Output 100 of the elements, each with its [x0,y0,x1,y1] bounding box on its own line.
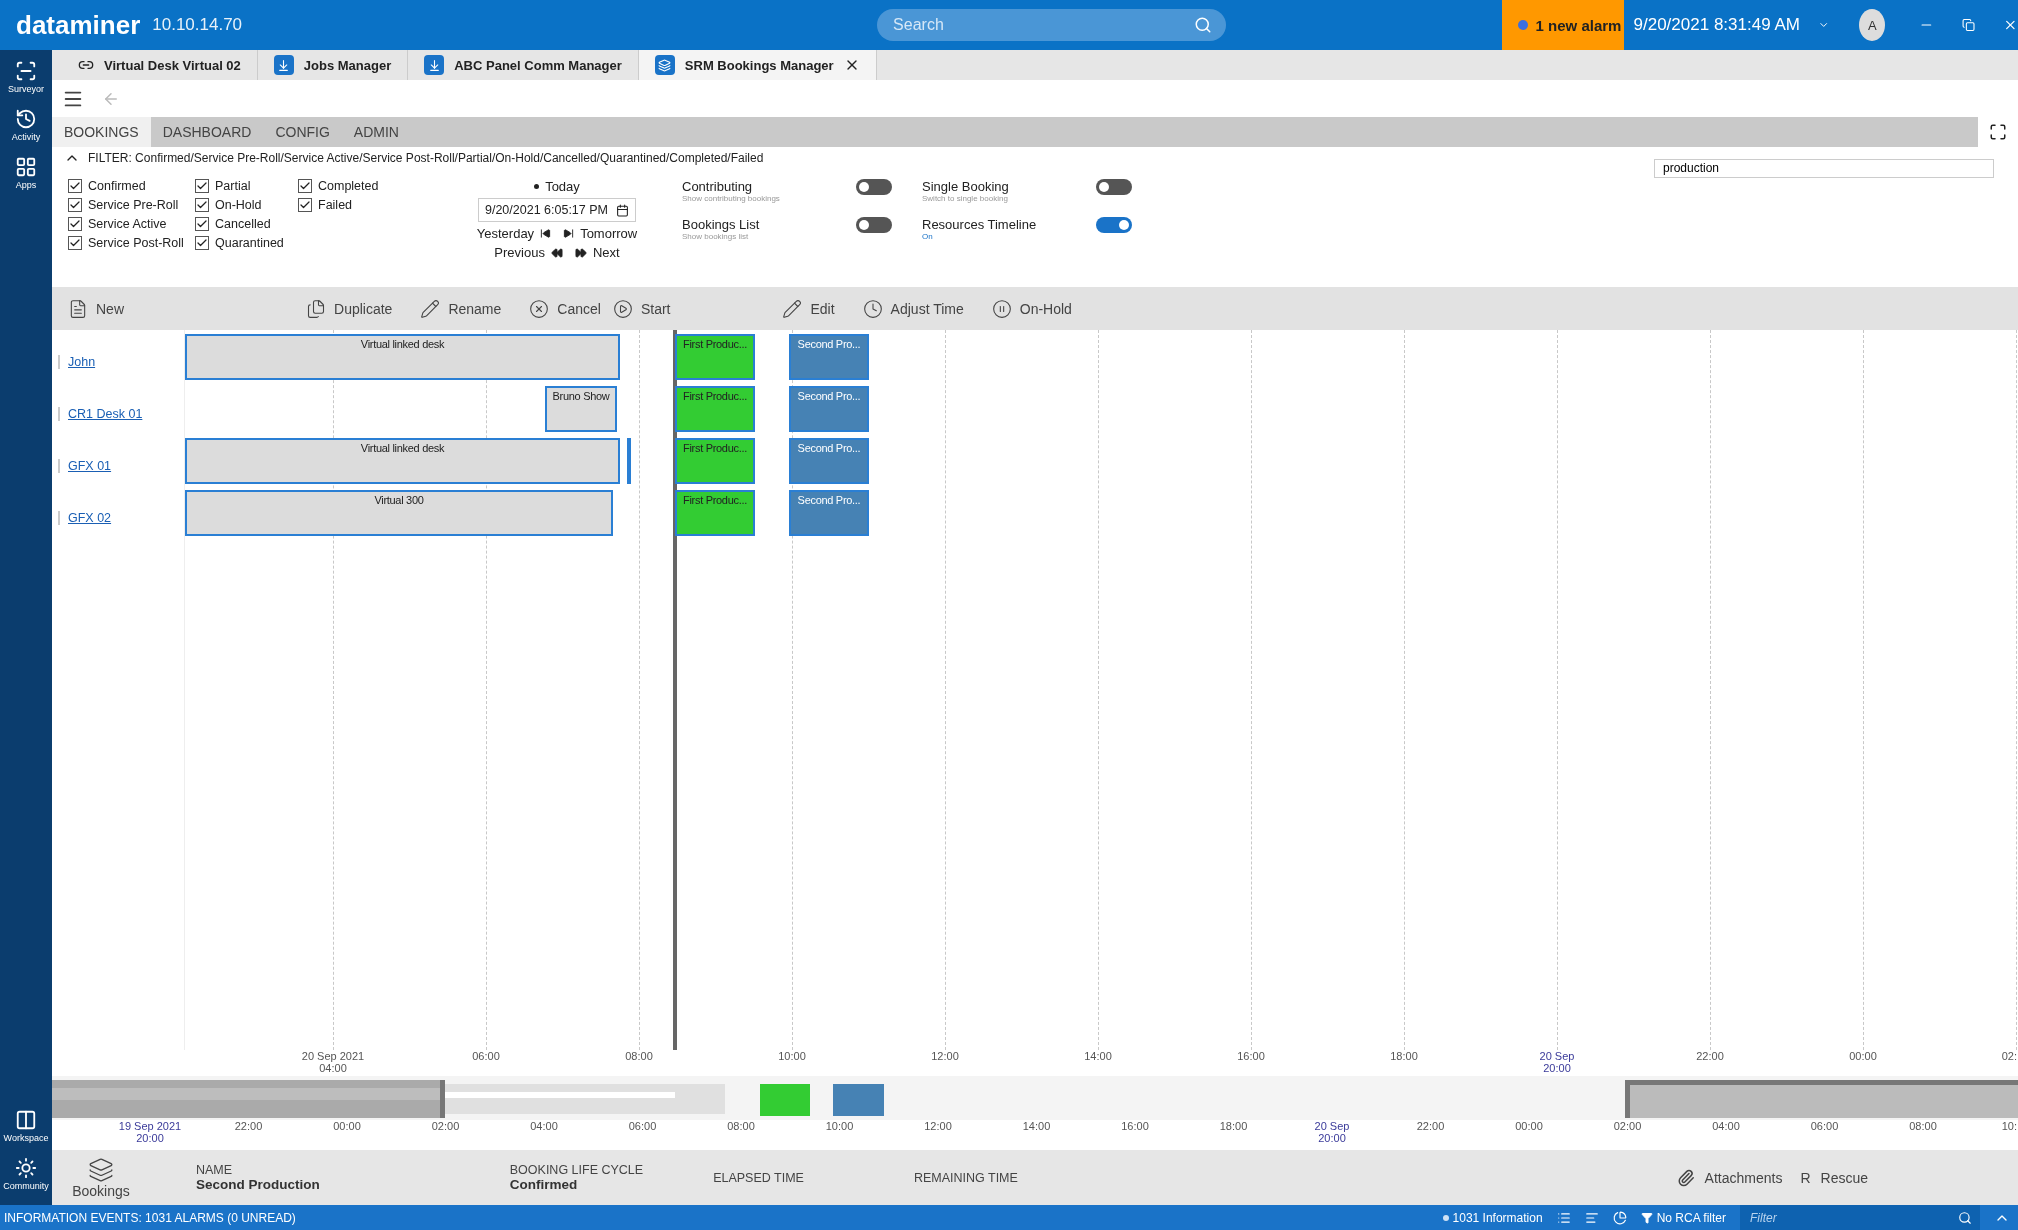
toolbar-button[interactable]: Cancel [523,298,607,319]
previous-button[interactable]: Previous [494,245,563,260]
booking-bar[interactable]: First Produc... [675,490,755,536]
checkbox-box[interactable] [68,236,82,250]
checkbox[interactable]: Service Active [68,217,195,231]
sidebar-item[interactable]: Activity [11,108,41,142]
checkbox-box[interactable] [195,179,209,193]
fullscreen-icon[interactable] [1989,123,2007,141]
checkbox-box[interactable] [298,198,312,212]
document-tab[interactable]: ABC Panel Comm Manager [408,50,639,80]
booking-bar[interactable]: Second Pro... [789,334,869,380]
time-label: 20:00 [1543,1062,1571,1074]
checkbox[interactable]: Partial [195,179,298,193]
checkbox-box[interactable] [68,198,82,212]
time-label: 02:00 [1613,1120,1642,1132]
resource-link[interactable]: GFX 01 [58,459,112,473]
rca-filter[interactable]: No RCA filter [1640,1210,1726,1225]
toggle-label: Resources Timeline [922,217,1037,232]
tomorrow-button[interactable]: Tomorrow [563,226,638,241]
toolbar-button[interactable]: On-Hold [985,298,1078,319]
resource-link[interactable]: GFX 02 [58,511,112,525]
toggle-switch[interactable] [856,217,892,233]
filter-field[interactable]: Filter [1748,1209,1958,1226]
booking-bar[interactable]: First Produc... [675,334,755,380]
checkbox-box[interactable] [195,236,209,250]
checkbox[interactable]: Confirmed [68,179,195,193]
sidebar-item[interactable]: Surveyor [8,60,44,94]
pencil-icon [782,298,803,319]
checkbox-box[interactable] [298,179,312,193]
resource-link[interactable]: John [58,355,96,369]
document-tab[interactable]: Virtual Desk Virtual 02 [62,50,258,80]
app-icon [424,55,445,75]
app-tab[interactable]: CONFIG [263,117,342,147]
toolbar-button[interactable]: Duplicate [300,298,399,319]
toggle-switch[interactable] [856,179,892,195]
checkbox[interactable]: Completed [298,179,438,193]
booking-bar[interactable]: First Produc... [675,438,755,484]
checkbox-box[interactable] [68,179,82,193]
sidebar-item[interactable]: Apps [15,156,37,190]
document-tab[interactable]: SRM Bookings Manager [638,50,877,80]
alarm-button[interactable]: 1 new alarm [1501,0,1624,50]
checkbox[interactable]: Service Pre-Roll [68,198,195,212]
rescue-button[interactable]: Rescue [1820,1169,1868,1186]
booking-bar[interactable]: Second Pro... [789,386,869,432]
time-label: 10: [2001,1120,2017,1132]
toggle-switch[interactable] [1096,179,1132,195]
checkbox[interactable]: On-Hold [195,198,298,212]
restore-icon[interactable] [1962,17,1976,33]
sidebar-item[interactable]: Workspace [3,1109,49,1143]
toolbar-button[interactable]: New [62,298,130,319]
resource-link[interactable]: CR1 Desk 01 [58,407,143,421]
toolbar-button[interactable]: Start [606,298,677,319]
time-label: 02:00 [431,1120,460,1132]
checkbox-box[interactable] [195,217,209,231]
checkbox[interactable]: Failed [298,198,438,212]
attachments-button[interactable]: Attachments [1704,1169,1783,1186]
checkbox[interactable]: Quarantined [195,236,298,250]
pie-chart-icon[interactable] [1612,1210,1627,1225]
date-field[interactable]: 9/20/2021 6:05:17 PM [478,198,636,222]
toolbar-button[interactable]: Rename [414,298,508,319]
toolbar-button[interactable]: Adjust Time [856,298,970,319]
toggle-switch[interactable] [1096,217,1132,233]
user-avatar[interactable]: A [1859,9,1886,41]
app-tab[interactable]: DASHBOARD [150,117,264,147]
search-box[interactable]: Search [877,9,1226,41]
yesterday-button[interactable]: Yesterday [476,226,552,241]
search-field[interactable]: production [1654,158,1994,178]
search-field[interactable]: Search [891,15,1194,35]
key-label: R [1800,1169,1811,1186]
toggle-hint: On [922,232,934,241]
filter-box[interactable]: Filter [1740,1205,1980,1230]
booking-bar[interactable]: Bruno Show [545,386,617,432]
app-tab[interactable]: BOOKINGS [52,117,151,147]
clock-text: 9/20/2021 8:31:49 AM [1633,15,1800,35]
list-icon[interactable] [1556,1210,1571,1225]
booking-bar[interactable]: Virtual linked desk [185,334,620,380]
toggle-hint: Switch to single booking [922,194,1009,203]
checkbox[interactable]: Cancelled [195,217,298,231]
checkbox-box[interactable] [68,217,82,231]
time-label: 22:00 [1416,1120,1445,1132]
attachment-icon [1676,1168,1695,1187]
time-label: 00:00 [333,1120,361,1132]
booking-bar[interactable]: Virtual 300 [185,490,613,536]
booking-bar[interactable]: Second Pro... [789,490,869,536]
checkbox[interactable]: Service Post-Roll [68,236,195,250]
checkbox-box[interactable] [195,198,209,212]
booking-bar[interactable]: First Produc... [675,386,755,432]
app-tab[interactable]: ADMIN [341,117,411,147]
time-label: 02: [2001,1050,2017,1062]
time-label: 14:00 [1022,1120,1051,1132]
document-tab[interactable]: Jobs Manager [257,50,409,80]
booking-bar[interactable]: Second Pro... [789,438,869,484]
today-button[interactable]: Today [534,179,580,194]
time-label: 18:00 [1390,1050,1418,1062]
booking-bar[interactable]: Virtual linked desk [185,438,620,484]
sort-icon[interactable] [1584,1210,1599,1225]
sidebar-item[interactable]: Community [3,1157,49,1191]
toolbar-button[interactable]: Edit [776,298,841,319]
clock-icon [862,298,883,319]
next-button[interactable]: Next [574,245,620,260]
